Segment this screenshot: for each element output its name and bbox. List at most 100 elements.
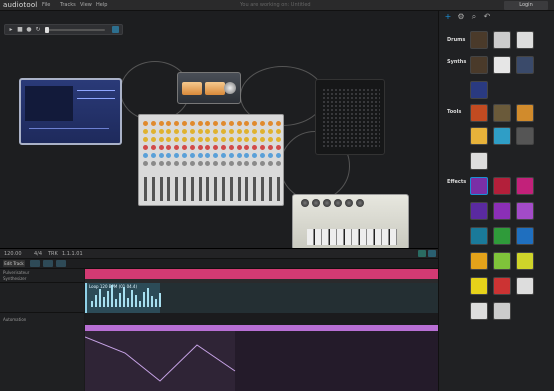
mixer-knob[interactable] <box>189 153 195 158</box>
mixer-knob[interactable] <box>260 137 265 142</box>
tool-button[interactable] <box>30 260 40 267</box>
channel-fader[interactable] <box>214 177 218 201</box>
transport-menu-icon[interactable] <box>112 26 119 33</box>
edit-track-button[interactable]: Edit Track <box>3 260 25 267</box>
mixer-channel[interactable] <box>181 117 188 205</box>
mixer-knob[interactable] <box>174 121 180 126</box>
mixer-knob[interactable] <box>221 129 226 134</box>
effect-tile[interactable] <box>493 277 511 295</box>
mixer-knob[interactable] <box>244 137 250 142</box>
channel-fader[interactable] <box>190 177 194 201</box>
channel-fader[interactable] <box>253 177 257 201</box>
mixer-knob[interactable] <box>174 145 180 150</box>
bassline-key[interactable] <box>337 229 344 245</box>
mixer-knob[interactable] <box>166 145 172 150</box>
effect-tile[interactable] <box>493 252 511 270</box>
mixer-knob[interactable] <box>221 121 226 126</box>
mixer-knob[interactable] <box>182 129 187 134</box>
channel-fader[interactable] <box>198 177 202 201</box>
effect-tile[interactable] <box>516 252 534 270</box>
mixer-knob[interactable] <box>228 153 234 158</box>
effect-tile[interactable] <box>516 227 534 245</box>
mixer-knob[interactable] <box>244 145 250 150</box>
menu-view[interactable]: View <box>80 2 92 8</box>
mixer-channel[interactable] <box>158 117 165 205</box>
mixer-knob[interactable] <box>267 129 273 134</box>
mixer-knob[interactable] <box>275 121 281 126</box>
channel-fader[interactable] <box>268 177 272 201</box>
effect-tile[interactable] <box>493 177 511 195</box>
mixer-knob[interactable] <box>244 121 250 126</box>
loop-icon[interactable]: ↻ <box>35 27 41 33</box>
effect-tile[interactable] <box>470 177 488 195</box>
mixer-knob[interactable] <box>236 153 242 158</box>
valve-device[interactable] <box>177 72 241 104</box>
effect-tile[interactable] <box>516 277 534 295</box>
mixer-knob[interactable] <box>150 121 156 126</box>
mixer-knob[interactable] <box>228 145 234 150</box>
synth-tile[interactable] <box>470 81 488 99</box>
mixer-knob[interactable] <box>143 145 148 150</box>
effect-tile[interactable] <box>493 302 511 320</box>
record-icon[interactable]: ● <box>26 27 32 33</box>
mixer-knob[interactable] <box>189 137 195 142</box>
mixer-knob[interactable] <box>213 153 219 158</box>
mixer-knob[interactable] <box>244 153 250 158</box>
plus-icon[interactable]: + <box>444 13 452 21</box>
mixer-knob[interactable] <box>158 145 164 150</box>
pad-device[interactable] <box>315 79 385 155</box>
mixer-knob[interactable] <box>143 153 148 158</box>
bassline-key[interactable] <box>322 229 329 245</box>
mixer-knob[interactable] <box>143 121 148 126</box>
mixer-device[interactable] <box>138 114 284 206</box>
mixer-knob[interactable] <box>189 121 195 126</box>
mixer-knob[interactable] <box>197 161 203 166</box>
bassline-knob[interactable] <box>356 199 364 207</box>
sequencer-tab[interactable]: TRK <box>48 251 58 257</box>
mixer-knob[interactable] <box>252 153 258 158</box>
bassline-key[interactable] <box>389 229 397 245</box>
mixer-knob[interactable] <box>166 161 172 166</box>
mixer-knob[interactable] <box>221 137 226 142</box>
mixer-knob[interactable] <box>252 121 258 126</box>
audio-clip[interactable]: Loop 120 BPM (01 04.4) <box>85 283 161 313</box>
mixer-knob[interactable] <box>221 161 226 166</box>
mixer-knob[interactable] <box>213 137 219 142</box>
desktop-canvas[interactable]: ▸ ■ ● ↻ <box>0 11 438 250</box>
mixer-knob[interactable] <box>252 145 258 150</box>
mixer-knob[interactable] <box>252 129 258 134</box>
mixer-knob[interactable] <box>221 153 226 158</box>
mixer-knob[interactable] <box>236 145 242 150</box>
menu-help[interactable]: Help <box>96 2 107 8</box>
mixer-knob[interactable] <box>228 129 234 134</box>
effect-tile[interactable] <box>516 177 534 195</box>
channel-fader[interactable] <box>261 177 264 201</box>
synth-device[interactable] <box>19 78 122 145</box>
channel-fader[interactable] <box>276 177 280 201</box>
automation-lane[interactable] <box>85 331 438 391</box>
mixer-knob[interactable] <box>182 145 187 150</box>
play-sequence-icon[interactable] <box>418 250 426 257</box>
bassline-key[interactable] <box>329 229 337 245</box>
channel-fader[interactable] <box>245 177 249 201</box>
mixer-knob[interactable] <box>182 137 187 142</box>
tool-button[interactable] <box>56 260 66 267</box>
mixer-knob[interactable] <box>275 153 281 158</box>
effect-tile[interactable] <box>470 252 488 270</box>
mixer-knob[interactable] <box>260 145 265 150</box>
mixer-knob[interactable] <box>267 145 273 150</box>
mixer-knob[interactable] <box>267 121 273 126</box>
tool-tile[interactable] <box>470 104 488 122</box>
menu-tracks[interactable]: Tracks <box>60 2 76 8</box>
mixer-knob[interactable] <box>166 121 172 126</box>
channel-fader[interactable] <box>151 177 155 201</box>
tool-tile[interactable] <box>516 104 534 122</box>
tool-tile[interactable] <box>493 104 511 122</box>
mixer-knob[interactable] <box>166 153 172 158</box>
mixer-knob[interactable] <box>275 161 281 166</box>
empty-lane[interactable] <box>85 313 438 325</box>
effect-tile[interactable] <box>470 277 488 295</box>
bassline-key[interactable] <box>314 229 322 245</box>
bassline-key[interactable] <box>344 229 352 245</box>
channel-fader[interactable] <box>206 177 210 201</box>
